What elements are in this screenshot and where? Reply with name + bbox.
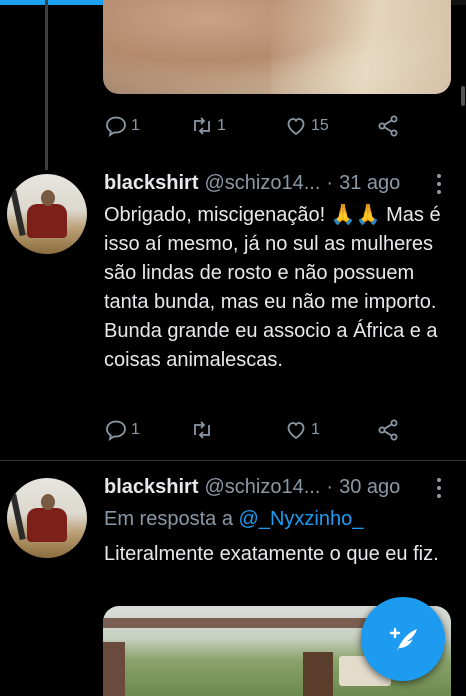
thread-connector-line	[45, 0, 48, 170]
like-button[interactable]: 15	[284, 114, 329, 138]
reply-mention-link[interactable]: @_Nyxzinho_	[239, 508, 364, 530]
share-button[interactable]	[376, 418, 400, 442]
reply-count: 1	[131, 421, 140, 438]
tweet-date[interactable]: 31 ago	[339, 172, 400, 195]
tweet-header: blackshirt @schizo14... · 30 ago	[104, 476, 400, 499]
user-handle[interactable]: @schizo14...	[204, 476, 320, 499]
tweet-header: blackshirt @schizo14... · 31 ago	[104, 172, 400, 195]
avatar[interactable]	[7, 174, 87, 254]
retweet-icon	[194, 117, 210, 135]
retweet-button[interactable]: 1	[190, 114, 226, 138]
tweet-actions: 1 1	[104, 418, 404, 444]
separator-dot: ·	[326, 172, 334, 194]
compose-tweet-button[interactable]	[361, 597, 445, 681]
like-count: 1	[311, 421, 320, 438]
retweet-count: 1	[217, 117, 226, 134]
tweet-text: Obrigado, miscigenação! 🙏🙏 Mas é isso aí…	[104, 204, 441, 371]
user-name[interactable]: blackshirt	[104, 476, 198, 499]
more-icon[interactable]	[432, 478, 446, 498]
reply-icon	[106, 420, 126, 441]
scrollbar[interactable]	[461, 86, 465, 106]
avatar[interactable]	[7, 478, 87, 558]
like-count: 15	[311, 117, 329, 134]
replying-to-label: Em resposta a	[104, 508, 233, 530]
tweet-text: Literalmente exatamente o que eu fiz.	[104, 543, 439, 565]
retweet-button[interactable]	[190, 418, 217, 442]
like-button[interactable]: 1	[284, 418, 320, 442]
reply-button[interactable]: 1	[104, 418, 140, 442]
compose-tweet-icon	[389, 627, 417, 651]
reply-button[interactable]: 1	[104, 114, 140, 138]
separator-dot: ·	[326, 476, 334, 498]
heart-icon	[287, 422, 305, 440]
user-handle[interactable]: @schizo14...	[204, 172, 320, 195]
tweet-media-image[interactable]	[103, 0, 451, 94]
share-icon	[378, 419, 398, 441]
reply-count: 1	[131, 117, 140, 134]
more-icon[interactable]	[432, 174, 446, 194]
share-icon	[378, 115, 398, 137]
share-button[interactable]	[376, 114, 400, 138]
replying-to: Em resposta a @_Nyxzinho_	[104, 508, 363, 531]
user-name[interactable]: blackshirt	[104, 172, 198, 195]
tweet-date[interactable]: 30 ago	[339, 476, 400, 499]
tweet-divider	[0, 460, 466, 461]
retweet-icon	[194, 421, 210, 439]
reply-icon	[106, 116, 126, 137]
heart-icon	[287, 118, 305, 136]
tweet-actions-top: 1 1 15	[104, 114, 404, 140]
